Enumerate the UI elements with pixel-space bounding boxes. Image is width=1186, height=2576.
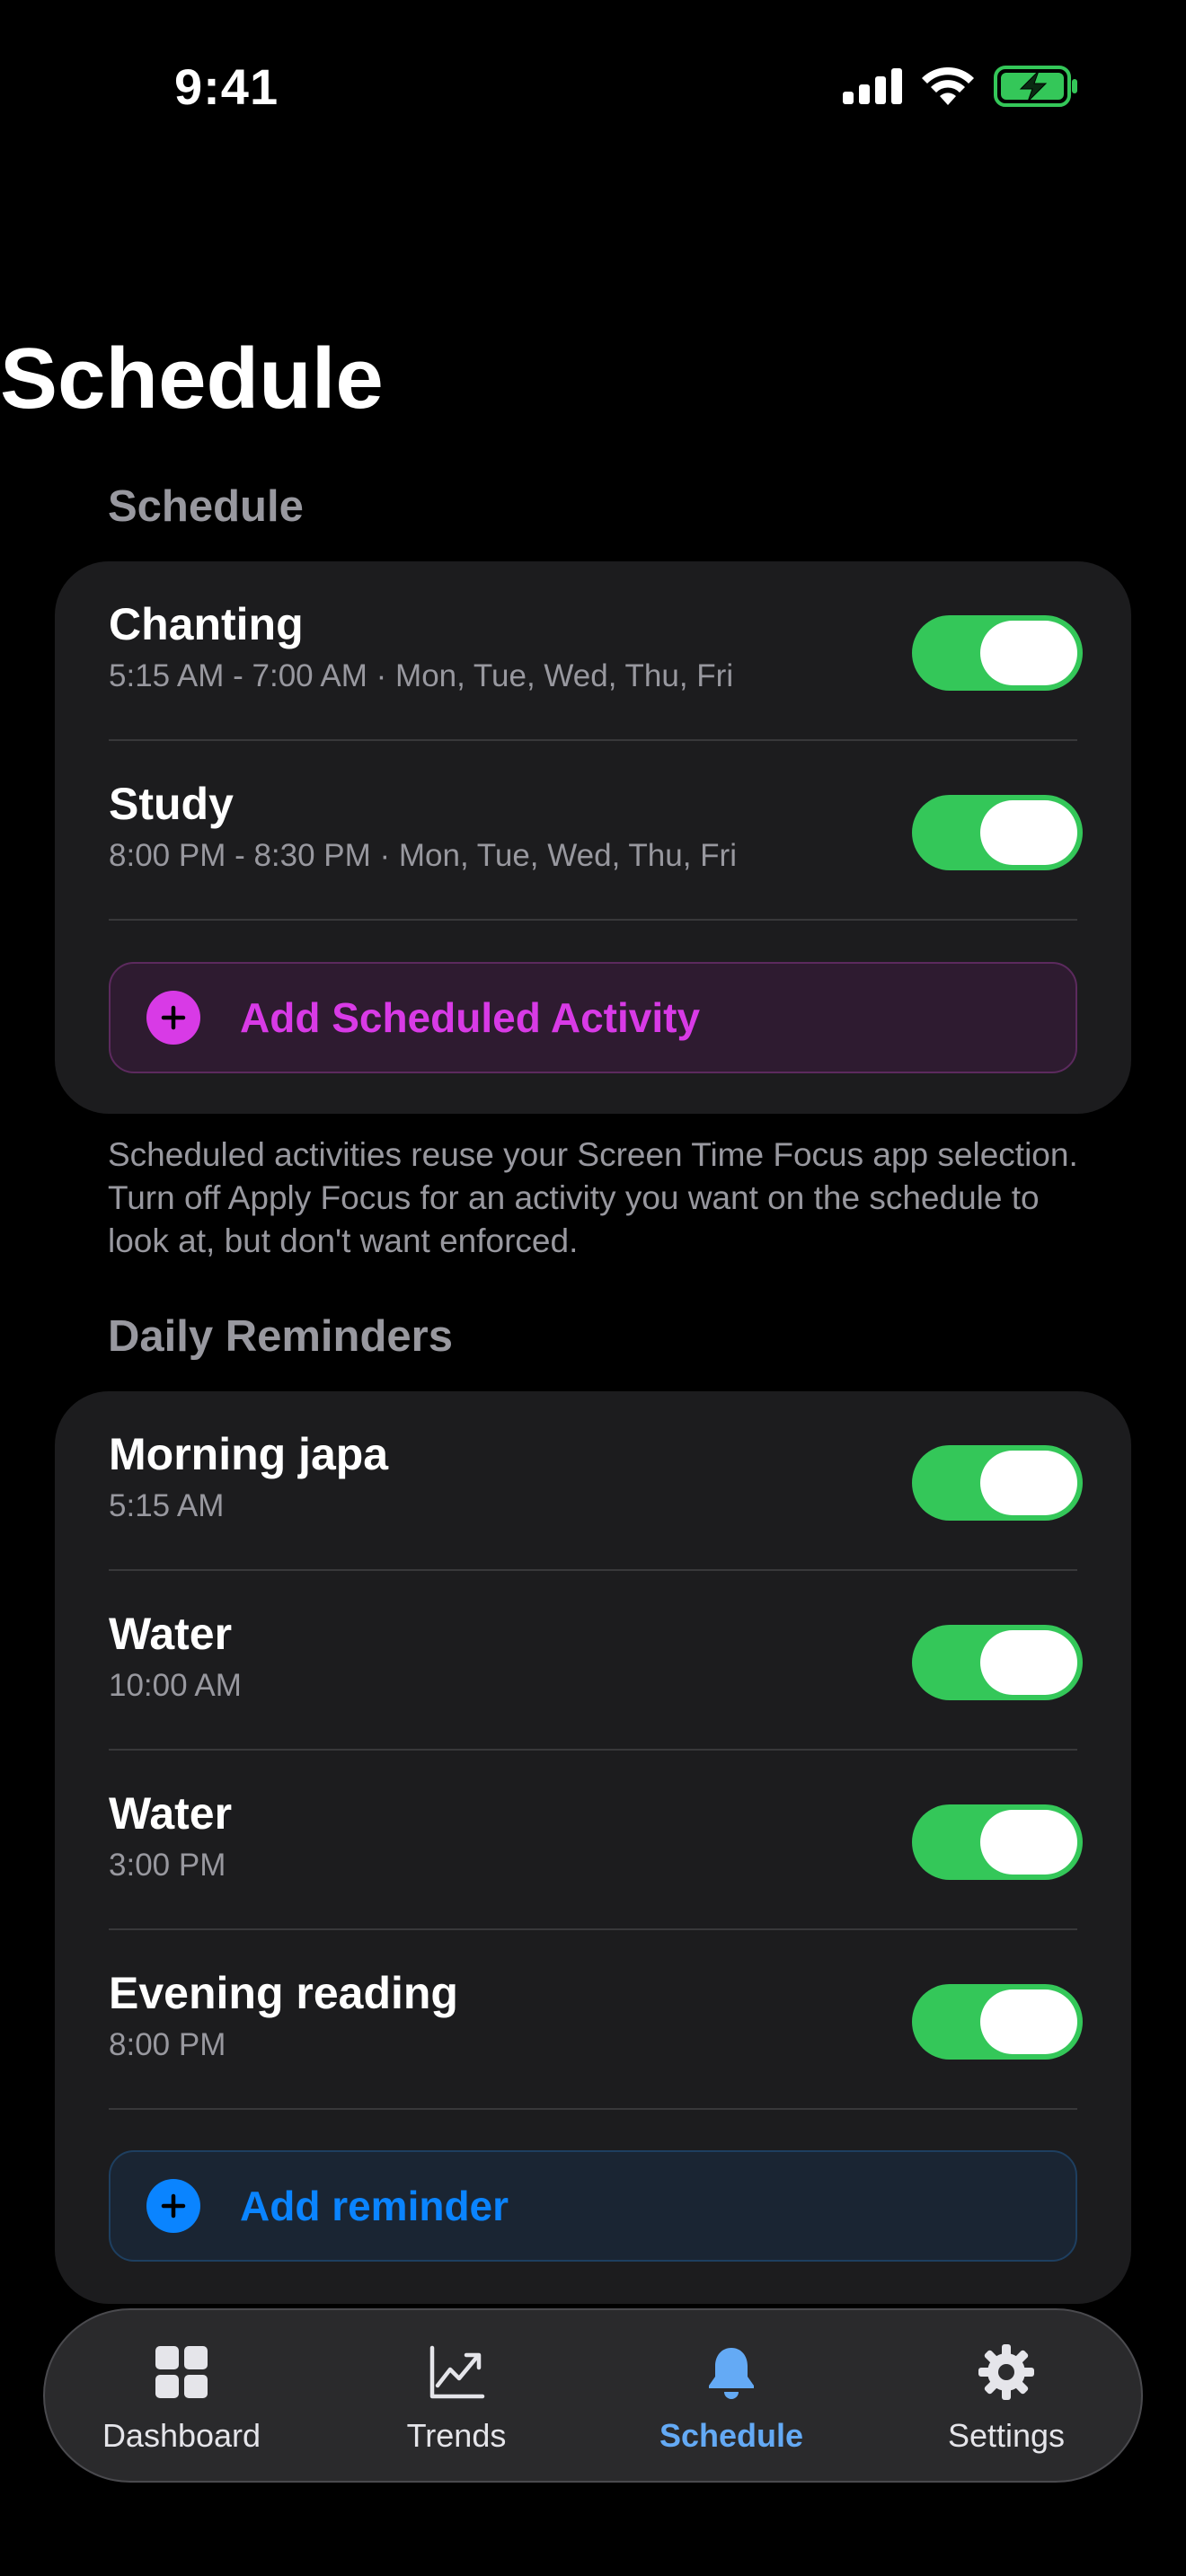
activity-toggle[interactable]: [912, 795, 1083, 870]
wifi-icon: [922, 67, 974, 105]
reminder-title: Evening reading: [109, 1968, 458, 2018]
add-reminder-button[interactable]: Add reminder: [109, 2150, 1077, 2262]
plus-circle-icon: [146, 2179, 200, 2233]
reminder-time: 5:15 AM: [109, 1488, 225, 1523]
reminder-title: Water: [109, 1788, 233, 1839]
plus-circle-icon: [146, 991, 200, 1045]
cellular-signal-icon: [843, 68, 902, 104]
tab-settings[interactable]: Settings: [890, 2310, 1123, 2484]
gear-icon: [978, 2344, 1034, 2400]
reminder-row[interactable]: Evening reading 8:00 PM: [109, 1930, 1083, 2110]
reminder-time: 3:00 PM: [109, 1848, 226, 1883]
reminder-toggle[interactable]: [912, 1804, 1083, 1880]
tab-label: Settings: [947, 2417, 1066, 2454]
reminder-title: Morning japa: [109, 1429, 389, 1479]
status-icons: [843, 63, 1078, 110]
tab-trends[interactable]: Trends: [340, 2310, 573, 2484]
tab-dashboard[interactable]: Dashboard: [65, 2310, 298, 2484]
add-scheduled-activity-button[interactable]: Add Scheduled Activity: [109, 962, 1077, 1073]
reminder-toggle[interactable]: [912, 1445, 1083, 1521]
reminder-time: 10:00 AM: [109, 1668, 242, 1703]
schedule-row-chanting[interactable]: Chanting 5:15 AM - 7:00 AM · Mon, Tue, W…: [109, 561, 1083, 741]
reminders-card: Morning japa 5:15 AM Water 10:00 AM Wate…: [55, 1391, 1131, 2304]
schedule-footer-note: Scheduled activities reuse your Screen T…: [108, 1136, 1078, 1259]
reminders-section-header: Daily Reminders: [108, 1312, 453, 1361]
reminder-row[interactable]: Morning japa 5:15 AM: [109, 1391, 1083, 1571]
schedule-card: Chanting 5:15 AM - 7:00 AM · Mon, Tue, W…: [55, 561, 1131, 1114]
schedule-row-study[interactable]: Study 8:00 PM - 8:30 PM · Mon, Tue, Wed,…: [109, 741, 1083, 921]
page-title: Schedule: [0, 331, 384, 427]
activity-title: Chanting: [109, 599, 304, 649]
chart-line-icon: [429, 2345, 485, 2399]
reminder-title: Water: [109, 1609, 233, 1659]
tab-bar: Dashboard Trends Schedule Settings: [43, 2308, 1143, 2483]
activity-title: Study: [109, 779, 234, 829]
grid-icon: [155, 2346, 208, 2398]
tab-label: Trends: [406, 2417, 507, 2454]
activity-toggle[interactable]: [912, 615, 1083, 691]
reminder-row[interactable]: Water 3:00 PM: [109, 1751, 1083, 1930]
activity-time-days: 5:15 AM - 7:00 AM · Mon, Tue, Wed, Thu, …: [109, 658, 734, 693]
add-reminder-label: Add reminder: [240, 2183, 509, 2229]
activity-time-days: 8:00 PM - 8:30 PM · Mon, Tue, Wed, Thu, …: [109, 838, 737, 873]
add-scheduled-activity-label: Add Scheduled Activity: [240, 994, 701, 1041]
tab-schedule[interactable]: Schedule: [615, 2310, 848, 2484]
tab-label: Schedule: [659, 2417, 804, 2454]
reminder-row[interactable]: Water 10:00 AM: [109, 1571, 1083, 1751]
reminder-toggle[interactable]: [912, 1984, 1083, 2060]
reminder-toggle[interactable]: [912, 1625, 1083, 1700]
divider: [109, 919, 1077, 921]
tab-label: Dashboard: [102, 2417, 261, 2454]
status-time: 9:41: [174, 58, 279, 115]
divider: [109, 2108, 1077, 2110]
reminder-time: 8:00 PM: [109, 2027, 226, 2062]
battery-charging-icon: [994, 66, 1077, 107]
schedule-screen: 9:41 Schedule Schedule Chanting 5:15 AM …: [0, 0, 1186, 2576]
bell-icon: [709, 2348, 754, 2399]
schedule-section-header: Schedule: [108, 482, 304, 531]
